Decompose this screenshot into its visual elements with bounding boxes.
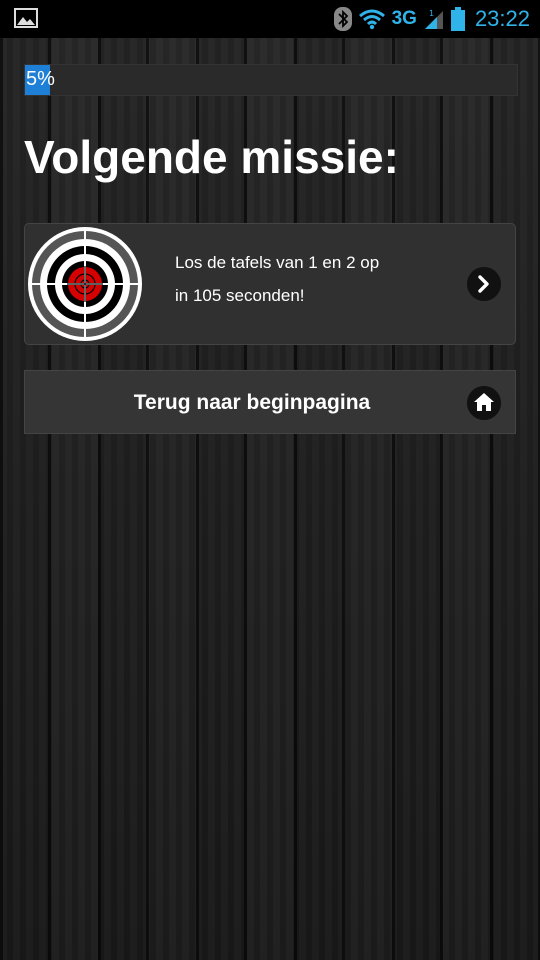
mission-line-2: in 105 seconden! xyxy=(175,286,305,305)
home-button-label: Terug naar beginpagina xyxy=(133,391,371,414)
back-to-home-button[interactable]: Terug naar beginpagina xyxy=(24,370,516,434)
battery-icon xyxy=(450,7,465,31)
signal-icon: 1 xyxy=(424,9,443,29)
progress-label: 5% xyxy=(26,68,55,90)
clock: 23:22 xyxy=(474,6,530,31)
wifi-icon xyxy=(358,9,385,30)
network-type: 3G xyxy=(391,8,417,29)
home-icon[interactable] xyxy=(467,386,501,420)
signal-badge: 1 xyxy=(429,9,434,18)
target-icon xyxy=(28,227,142,341)
mission-description: Los de tafels van 1 en 2 op in 105 secon… xyxy=(175,246,445,312)
next-mission-card[interactable]: Los de tafels van 1 en 2 op in 105 secon… xyxy=(24,223,516,345)
page-title: Volgende missie: xyxy=(24,131,399,183)
gallery-icon xyxy=(14,8,38,28)
chevron-right-icon[interactable] xyxy=(467,267,501,301)
bluetooth-icon xyxy=(333,7,352,31)
mission-line-1: Los de tafels van 1 en 2 op xyxy=(175,253,380,272)
status-bar: 3G 1 23:22 xyxy=(0,0,540,38)
progress-bar: 5% xyxy=(24,64,518,96)
